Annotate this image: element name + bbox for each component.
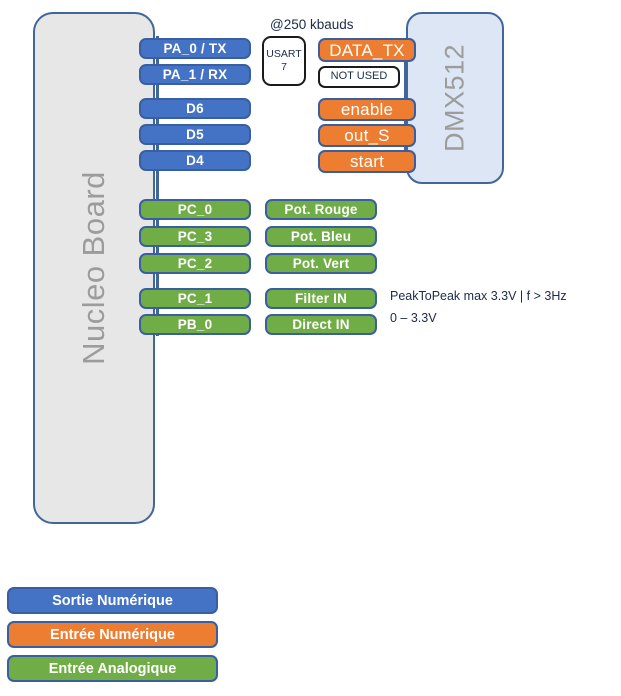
signal-pot-vert[interactable]: Pot. Vert [265, 253, 377, 274]
signal-start[interactable]: start [318, 150, 416, 173]
pin-d4[interactable]: D4 [139, 150, 251, 171]
nucleo-board-container: Nucleo Board [33, 12, 155, 524]
pin-label: D6 [186, 100, 204, 116]
signal-label: Pot. Rouge [284, 201, 358, 217]
dmx512-board-label: DMX512 [439, 43, 470, 153]
signal-label: start [349, 152, 385, 171]
nucleo-board-label: Nucleo Board [76, 171, 111, 365]
signal-data-tx[interactable]: DATA_TX [318, 38, 416, 62]
voltage-range-note: 0 – 3.3V [390, 311, 437, 325]
signal-out-s[interactable]: out_S [318, 124, 416, 147]
pin-label: PC_2 [177, 255, 213, 271]
not-used-box: NOT USED [318, 66, 400, 88]
legend-item-analog-input: Entrée Analogique [7, 655, 218, 682]
diagram-canvas: Nucleo Board DMX512 PA_0 / TX PA_1 / RX … [0, 0, 621, 696]
pin-label: PA_0 / TX [163, 40, 227, 56]
pin-pc3[interactable]: PC_3 [139, 226, 251, 247]
usart-box-line2: 7 [281, 61, 287, 73]
pin-pc2[interactable]: PC_2 [139, 253, 251, 274]
signal-label: Pot. Bleu [290, 228, 352, 244]
pin-pa0-tx[interactable]: PA_0 / TX [139, 38, 251, 59]
legend-label: Entrée Numérique [50, 626, 175, 643]
pin-pc0[interactable]: PC_0 [139, 199, 251, 220]
pin-d6[interactable]: D6 [139, 98, 251, 119]
baudrate-note: @250 kbauds [270, 17, 354, 32]
pin-pa1-rx[interactable]: PA_1 / RX [139, 64, 251, 85]
usart7-box: USART 7 [262, 36, 306, 86]
legend-label: Entrée Analogique [48, 660, 177, 677]
signal-label: Filter IN [294, 290, 348, 306]
signal-pot-bleu[interactable]: Pot. Bleu [265, 226, 377, 247]
pin-label: PB_0 [177, 316, 213, 332]
pin-label: PA_1 / RX [162, 66, 228, 82]
legend-label: Sortie Numérique [52, 592, 173, 609]
signal-direct-in[interactable]: Direct IN [265, 314, 377, 335]
pin-label: PC_1 [177, 290, 213, 306]
pin-pb0[interactable]: PB_0 [139, 314, 251, 335]
pin-pc1[interactable]: PC_1 [139, 288, 251, 309]
pin-label: PC_0 [177, 201, 213, 217]
signal-filter-in[interactable]: Filter IN [265, 288, 377, 309]
signal-label: out_S [344, 126, 390, 145]
legend-item-digital-output: Sortie Numérique [7, 587, 218, 614]
not-used-label: NOT USED [330, 70, 388, 83]
usart-box-line1: USART [266, 47, 302, 60]
legend-item-digital-input: Entrée Numérique [7, 621, 218, 648]
signal-label: DATA_TX [329, 40, 405, 60]
signal-label: enable [340, 100, 394, 119]
signal-label: Direct IN [292, 316, 350, 332]
pin-d5[interactable]: D5 [139, 124, 251, 145]
dmx512-board-container: DMX512 [406, 12, 504, 184]
signal-enable[interactable]: enable [318, 98, 416, 121]
signal-pot-rouge[interactable]: Pot. Rouge [265, 199, 377, 220]
signal-label: Pot. Vert [292, 255, 350, 271]
pin-label: PC_3 [177, 228, 213, 244]
pin-label: D5 [186, 126, 204, 142]
peak-to-peak-note: PeakToPeak max 3.3V | f > 3Hz [390, 289, 567, 303]
pin-label: D4 [186, 152, 204, 168]
